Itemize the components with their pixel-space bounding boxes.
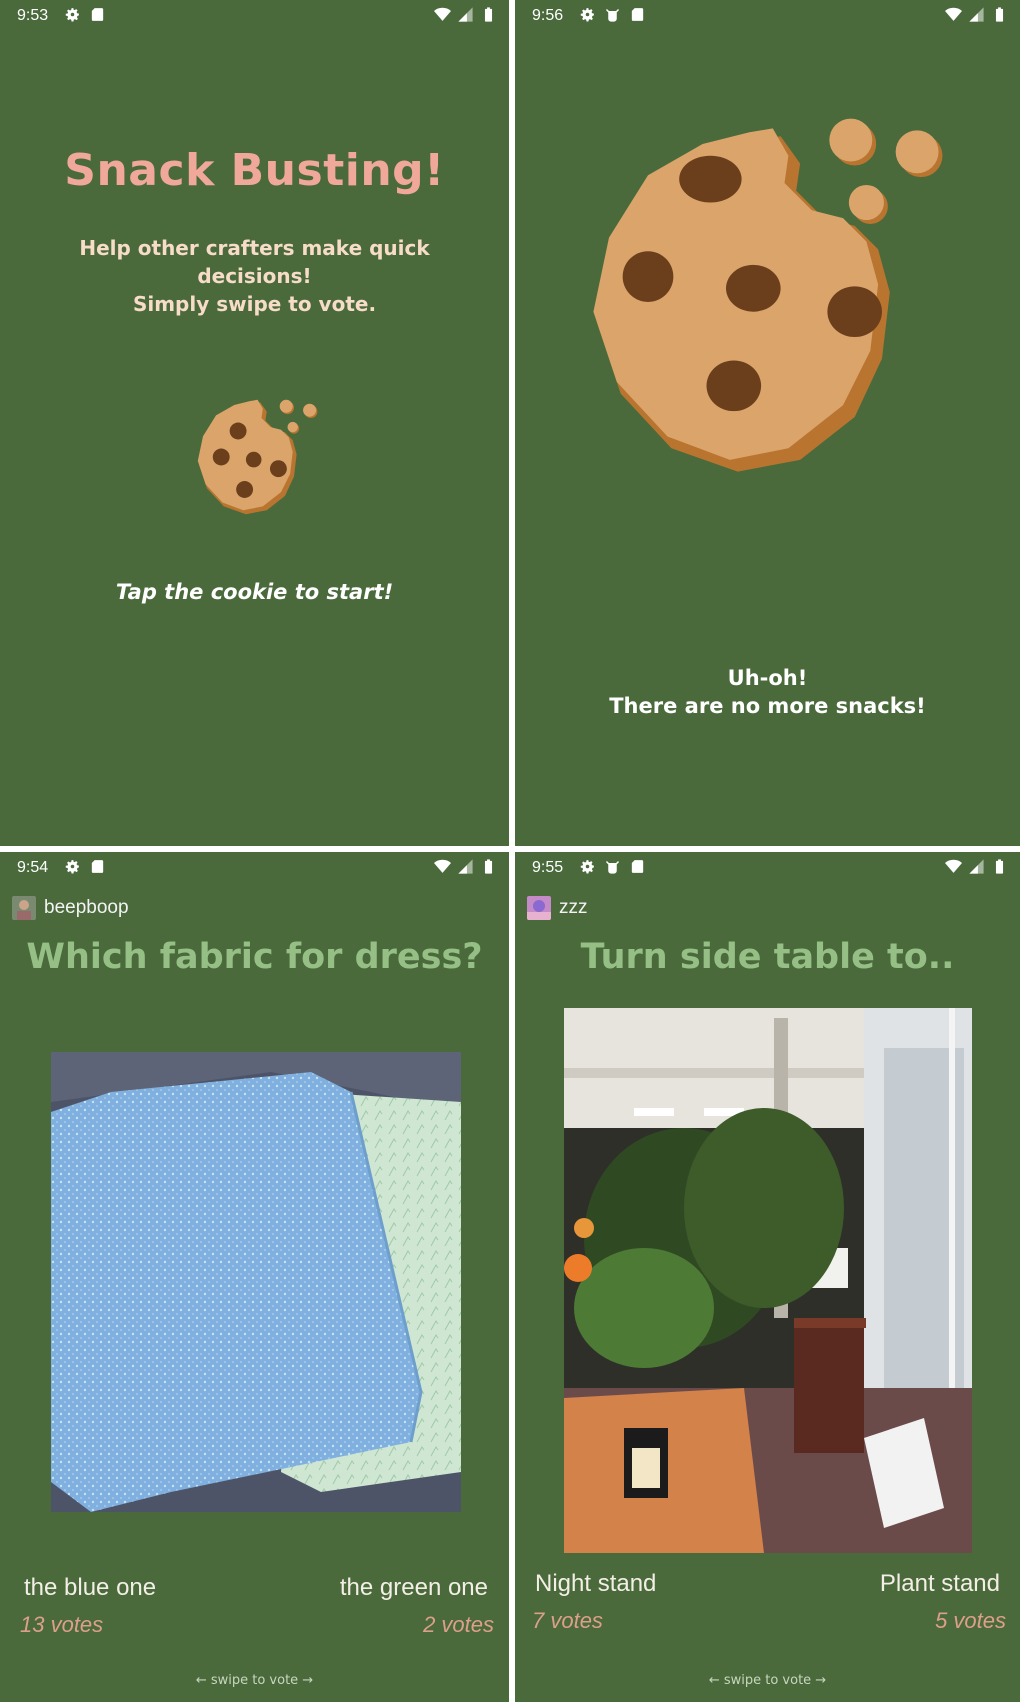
- wifi-icon: [945, 7, 962, 21]
- wifi-icon: [434, 7, 451, 21]
- status-bar: 9:56: [515, 0, 1020, 30]
- status-time: 9:53: [17, 7, 49, 24]
- cookie-illustration: [593, 118, 943, 472]
- signal-icon: [969, 7, 984, 22]
- battery-icon: [484, 7, 493, 22]
- settings-icon: [580, 8, 594, 22]
- settings-icon: [580, 860, 594, 874]
- option-left[interactable]: Night stand: [535, 1570, 656, 1598]
- username: zzz: [559, 897, 588, 918]
- signal-icon: [458, 859, 473, 874]
- status-bar: 9:54: [0, 852, 509, 882]
- battery-icon: [484, 859, 493, 874]
- status-time: 9:56: [532, 7, 564, 24]
- wifi-icon: [434, 859, 451, 873]
- android-debug-icon: [606, 860, 619, 874]
- votes-right: 2 votes: [423, 1612, 494, 1637]
- poll-card-fabric[interactable]: 9:54 beepboop Which fabric for dress? th…: [0, 852, 509, 1702]
- votes-left: 7 votes: [532, 1608, 603, 1633]
- start-cookie-button[interactable]: [190, 392, 320, 522]
- votes-right: 5 votes: [935, 1608, 1006, 1633]
- swipe-hint: ← swipe to vote →: [195, 1673, 314, 1688]
- sd-card-icon: [91, 860, 104, 873]
- poll-photo: [51, 1052, 461, 1512]
- battery-icon: [995, 7, 1004, 22]
- username: beepboop: [44, 897, 129, 918]
- signal-icon: [969, 859, 984, 874]
- poll-question: Which fabric for dress?: [26, 937, 483, 977]
- status-bar: 9:53: [0, 0, 509, 30]
- option-left[interactable]: the blue one: [24, 1574, 156, 1602]
- avatar: [12, 896, 36, 920]
- option-right[interactable]: Plant stand: [880, 1570, 1000, 1598]
- status-time: 9:54: [17, 859, 49, 876]
- settings-icon: [65, 8, 79, 22]
- sd-card-icon: [91, 8, 104, 21]
- sd-card-icon: [631, 8, 644, 21]
- poll-photo: [564, 1008, 972, 1553]
- android-debug-icon: [606, 8, 619, 22]
- poster-info: zzz: [527, 896, 588, 920]
- avatar: [527, 896, 551, 920]
- tap-hint: Tap the cookie to start!: [115, 580, 394, 604]
- sd-card-icon: [631, 860, 644, 873]
- poll-question: Turn side table to..: [580, 937, 955, 977]
- status-bar: 9:55: [515, 852, 1020, 882]
- no-snacks-message: Uh-oh! There are no more snacks!: [609, 666, 926, 718]
- empty-screen: 9:56 Uh-oh! There are no more snacks!: [515, 0, 1020, 846]
- option-right[interactable]: the green one: [340, 1574, 488, 1602]
- votes-left: 13 votes: [20, 1612, 104, 1637]
- poster-info: beepboop: [12, 896, 129, 920]
- signal-icon: [458, 7, 473, 22]
- app-title: Snack Busting!: [64, 145, 445, 196]
- poll-card-table[interactable]: 9:55 zzz Turn side table to.. Night stan…: [515, 852, 1020, 1702]
- battery-icon: [995, 859, 1004, 874]
- intro-screen: 9:53 Snack Busting! Help other crafters …: [0, 0, 509, 846]
- swipe-hint: ← swipe to vote →: [708, 1673, 827, 1688]
- status-time: 9:55: [532, 859, 564, 876]
- settings-icon: [65, 860, 79, 874]
- intro-subtitle: Help other crafters make quick decisions…: [79, 236, 430, 316]
- wifi-icon: [945, 859, 962, 873]
